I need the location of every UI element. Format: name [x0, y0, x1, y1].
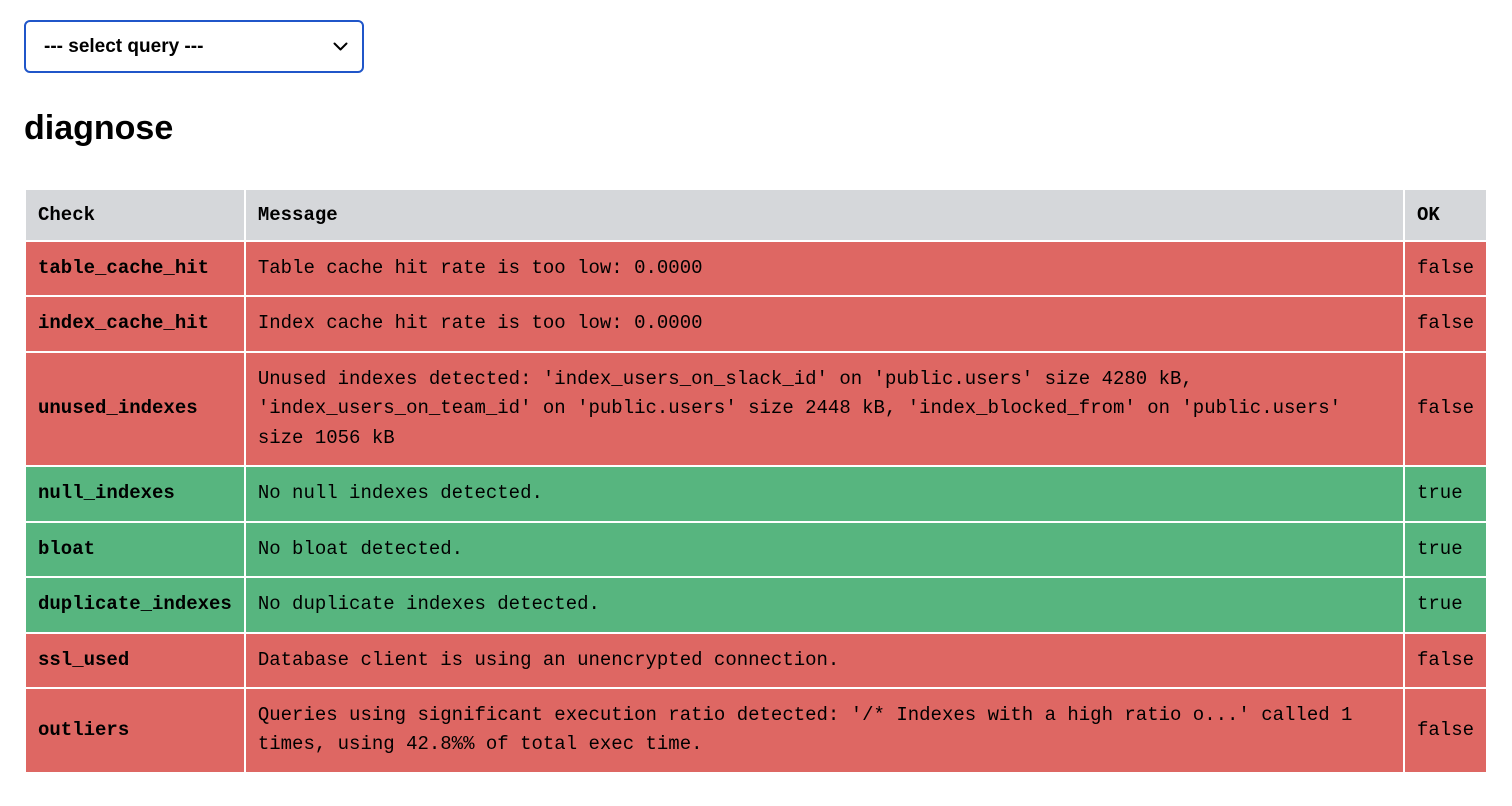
- cell-ok: false: [1404, 296, 1487, 351]
- cell-ok: false: [1404, 633, 1487, 688]
- cell-check: bloat: [25, 522, 245, 577]
- table-row: index_cache_hitIndex cache hit rate is t…: [25, 296, 1487, 351]
- cell-message: Queries using significant execution rati…: [245, 688, 1404, 773]
- cell-message: No bloat detected.: [245, 522, 1404, 577]
- cell-message: Unused indexes detected: 'index_users_on…: [245, 352, 1404, 466]
- cell-message: No null indexes detected.: [245, 466, 1404, 521]
- cell-check: index_cache_hit: [25, 296, 245, 351]
- cell-message: Index cache hit rate is too low: 0.0000: [245, 296, 1404, 351]
- column-header-check: Check: [25, 189, 245, 241]
- cell-check: outliers: [25, 688, 245, 773]
- cell-check: table_cache_hit: [25, 241, 245, 296]
- table-row: ssl_usedDatabase client is using an unen…: [25, 633, 1487, 688]
- diagnose-table: Check Message OK table_cache_hitTable ca…: [24, 188, 1488, 774]
- cell-ok: true: [1404, 466, 1487, 521]
- cell-check: null_indexes: [25, 466, 245, 521]
- table-row: table_cache_hitTable cache hit rate is t…: [25, 241, 1487, 296]
- column-header-message: Message: [245, 189, 1404, 241]
- column-header-ok: OK: [1404, 189, 1487, 241]
- cell-message: Database client is using an unencrypted …: [245, 633, 1404, 688]
- cell-check: duplicate_indexes: [25, 577, 245, 632]
- table-row: unused_indexesUnused indexes detected: '…: [25, 352, 1487, 466]
- cell-message: Table cache hit rate is too low: 0.0000: [245, 241, 1404, 296]
- cell-ok: true: [1404, 577, 1487, 632]
- table-row: bloatNo bloat detected.true: [25, 522, 1487, 577]
- table-row: outliersQueries using significant execut…: [25, 688, 1487, 773]
- cell-ok: false: [1404, 352, 1487, 466]
- cell-check: unused_indexes: [25, 352, 245, 466]
- page-title: diagnose: [24, 109, 1488, 148]
- table-row: duplicate_indexesNo duplicate indexes de…: [25, 577, 1487, 632]
- query-select-wrapper: --- select query ---: [24, 20, 364, 73]
- table-header-row: Check Message OK: [25, 189, 1487, 241]
- table-row: null_indexesNo null indexes detected.tru…: [25, 466, 1487, 521]
- cell-check: ssl_used: [25, 633, 245, 688]
- cell-ok: false: [1404, 241, 1487, 296]
- cell-ok: false: [1404, 688, 1487, 773]
- query-select[interactable]: --- select query ---: [24, 20, 364, 73]
- cell-message: No duplicate indexes detected.: [245, 577, 1404, 632]
- cell-ok: true: [1404, 522, 1487, 577]
